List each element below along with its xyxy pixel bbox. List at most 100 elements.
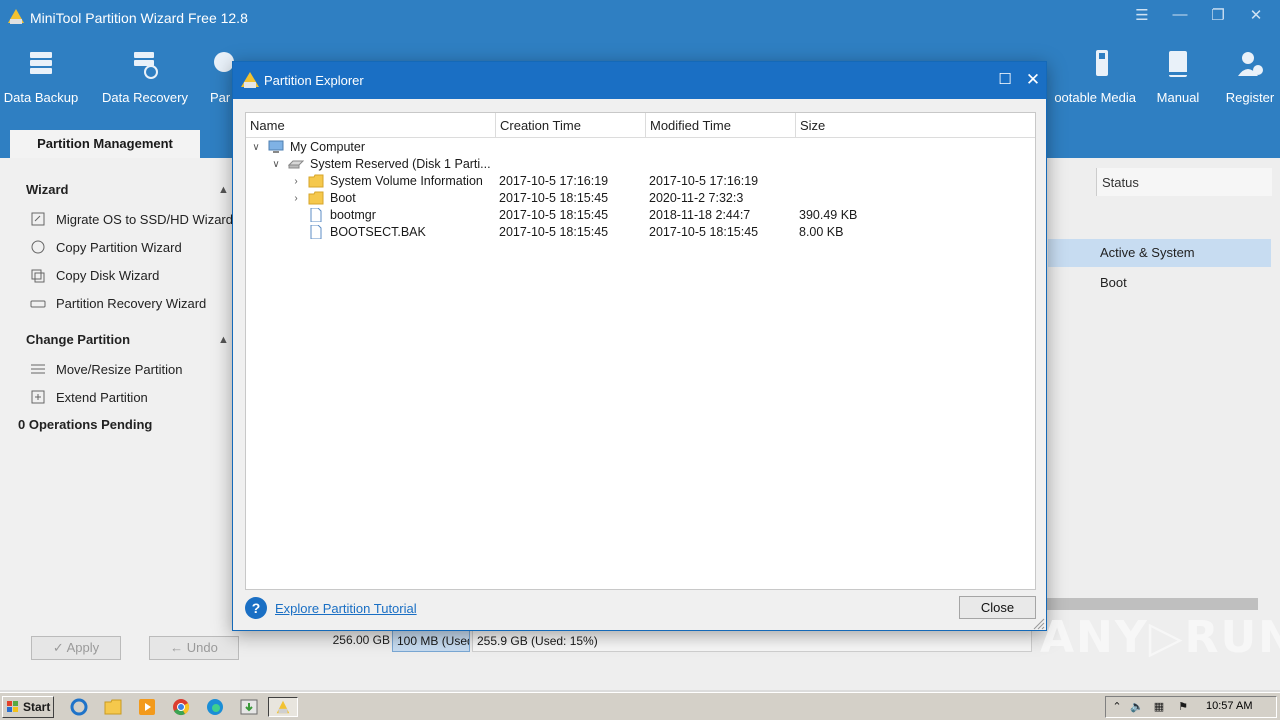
sidebar-item-migrate-os[interactable]: Migrate OS to SSD/HD Wizard <box>56 212 233 227</box>
sidebar-item-copy-disk[interactable]: Copy Disk Wizard <box>56 268 159 283</box>
tray-expand-icon[interactable]: ⌃ <box>1110 700 1124 714</box>
chrome-icon[interactable] <box>170 697 192 717</box>
dialog-titlebar[interactable]: Partition Explorer ☐ ✕ <box>233 62 1046 99</box>
disk-partition-system-reserved[interactable]: 100 MB (Used <box>392 630 470 652</box>
extend-partition-icon <box>31 390 45 404</box>
status-column-header[interactable]: Status <box>1096 168 1272 196</box>
ie-icon[interactable] <box>68 697 90 717</box>
tree-row-name: Boot <box>330 191 356 205</box>
network-icon[interactable]: ▦ <box>1152 700 1166 714</box>
toolbar-label: ootable Media <box>1054 90 1136 105</box>
tree-row[interactable]: › Boot 2017-10-5 18:15:45 2020-11-2 7:32… <box>246 190 1035 207</box>
disk-partition-c[interactable]: 255.9 GB (Used: 15%) <box>472 630 1032 652</box>
windows-flag-icon <box>7 701 18 712</box>
sidebar-change-partition-header[interactable]: Change Partition <box>26 332 130 347</box>
column-header-size[interactable]: Size <box>796 113 1035 138</box>
folder-icon <box>308 191 324 205</box>
start-label: Start <box>23 700 51 714</box>
menu-icon[interactable]: ☰ <box>1132 6 1152 24</box>
maximize-icon[interactable]: ☐ <box>993 68 1017 92</box>
restore-icon[interactable]: ❐ <box>1208 6 1228 24</box>
media-player-icon[interactable] <box>136 697 158 717</box>
close-button[interactable]: Close <box>959 596 1036 619</box>
toolbar-register[interactable]: Register <box>1220 48 1280 105</box>
tree-row-modified-time: 2017-10-5 17:16:19 <box>649 174 759 188</box>
tree-row-name: System Reserved (Disk 1 Parti... <box>310 157 491 171</box>
tree-row-size: 390.49 KB <box>799 208 858 222</box>
undo-button[interactable]: ← Undo <box>149 636 239 660</box>
chevron-down-icon[interactable]: ∨ <box>250 139 262 156</box>
toolbar-data-recovery[interactable]: Data Recovery <box>98 48 192 105</box>
apply-button[interactable]: ✓ Apply <box>31 636 121 660</box>
explorer-icon[interactable] <box>102 697 124 717</box>
window-controls: ☰ — ❐ ✕ <box>1132 6 1266 24</box>
toolbar-partition-recovery[interactable]: Par <box>210 48 234 105</box>
close-icon[interactable]: ✕ <box>1021 68 1045 92</box>
data-backup-icon <box>30 52 52 74</box>
operations-pending: 0 Operations Pending <box>18 417 153 432</box>
status-cell[interactable]: Active & System <box>1048 239 1271 267</box>
partition-recovery-wizard-icon <box>30 300 46 308</box>
manual-icon <box>1169 51 1187 77</box>
tree-row[interactable]: ∨ My Computer <box>246 139 1035 156</box>
copy-disk-icon <box>31 269 45 283</box>
tab-partition-management[interactable]: Partition Management <box>10 130 200 158</box>
tree-row[interactable]: › System Volume Information 2017-10-5 17… <box>246 173 1035 190</box>
help-icon[interactable]: ? <box>245 597 267 619</box>
move-resize-icon <box>31 364 45 374</box>
horizontal-scrollbar[interactable] <box>1040 598 1258 610</box>
tree-row[interactable]: BOOTSECT.BAK 2017-10-5 18:15:45 2017-10-… <box>246 224 1035 241</box>
tree-row-name: bootmgr <box>330 208 376 222</box>
dialog-title: Partition Explorer <box>264 73 364 88</box>
tree-row-creation-time: 2017-10-5 18:15:45 <box>499 191 609 205</box>
column-header-name[interactable]: Name <box>246 113 496 138</box>
tree-row-name: BOOTSECT.BAK <box>330 225 426 239</box>
chevron-right-icon[interactable]: › <box>290 173 302 190</box>
tree-row-modified-time: 2017-10-5 18:15:45 <box>649 225 759 239</box>
tree-row[interactable]: bootmgr 2017-10-5 18:15:45 2018-11-18 2:… <box>246 207 1035 224</box>
folder-icon <box>308 174 324 188</box>
sidebar-item-move-resize[interactable]: Move/Resize Partition <box>56 362 182 377</box>
volume-icon[interactable]: 🔈 <box>1130 700 1144 714</box>
edge-icon[interactable] <box>204 697 226 717</box>
chevron-down-icon[interactable]: ∨ <box>270 156 282 173</box>
column-header-creation-time[interactable]: Creation Time <box>496 113 646 138</box>
collapse-caret-icon[interactable]: ▲ <box>218 334 229 346</box>
tree-row[interactable]: ∨ System Reserved (Disk 1 Parti... <box>246 156 1035 173</box>
copy-partition-icon <box>31 240 45 254</box>
column-header-modified-time[interactable]: Modified Time <box>646 113 796 138</box>
system-tray: ⌃ 🔈 ▦ ⚑ 10:57 AM <box>1105 696 1277 718</box>
computer-icon <box>268 140 284 153</box>
sidebar-wizard-header[interactable]: Wizard <box>26 182 69 197</box>
toolbar-label: Data Recovery <box>102 90 188 105</box>
explore-partition-tutorial-link[interactable]: Explore Partition Tutorial <box>275 601 417 616</box>
tray-clock[interactable]: 10:57 AM <box>1206 700 1252 712</box>
start-button[interactable]: Start <box>2 696 54 718</box>
toolbar-bootable-media[interactable]: ootable Media <box>1040 48 1136 105</box>
tree-row-modified-time: 2018-11-18 2:44:7 <box>649 208 751 222</box>
close-icon[interactable]: ✕ <box>1246 6 1266 24</box>
tree-row-modified-time: 2020-11-2 7:32:3 <box>649 191 744 205</box>
toolbar-label: Register <box>1225 90 1275 105</box>
install-icon[interactable] <box>238 697 260 717</box>
partition-wizard-icon[interactable] <box>268 697 298 717</box>
action-center-flag-icon[interactable]: ⚑ <box>1176 700 1190 714</box>
toolbar-label: Manual <box>1156 90 1200 105</box>
app-title: MiniTool Partition Wizard Free 12.8 <box>30 10 248 26</box>
toolbar-data-backup[interactable]: Data Backup <box>0 48 82 105</box>
file-icon <box>310 208 322 222</box>
toolbar-manual[interactable]: Manual <box>1150 48 1206 105</box>
minimize-icon[interactable]: — <box>1170 6 1190 24</box>
disk-size-label: 256.00 GB <box>332 633 390 647</box>
sidebar-item-copy-partition[interactable]: Copy Partition Wizard <box>56 240 182 255</box>
sidebar-item-extend-partition[interactable]: Extend Partition <box>56 390 148 405</box>
chevron-right-icon[interactable]: › <box>290 190 302 207</box>
collapse-caret-icon[interactable]: ▲ <box>218 184 229 196</box>
tree-header: Name Creation Time Modified Time Size <box>246 113 1035 138</box>
sidebar-item-partition-recovery[interactable]: Partition Recovery Wizard <box>56 296 206 311</box>
tree-row-creation-time: 2017-10-5 18:15:45 <box>499 208 609 222</box>
tree-row-name: My Computer <box>290 140 366 154</box>
status-cell[interactable]: Boot <box>1048 269 1271 297</box>
data-recovery-icon <box>134 52 158 79</box>
toolbar-label: Par <box>210 90 231 105</box>
